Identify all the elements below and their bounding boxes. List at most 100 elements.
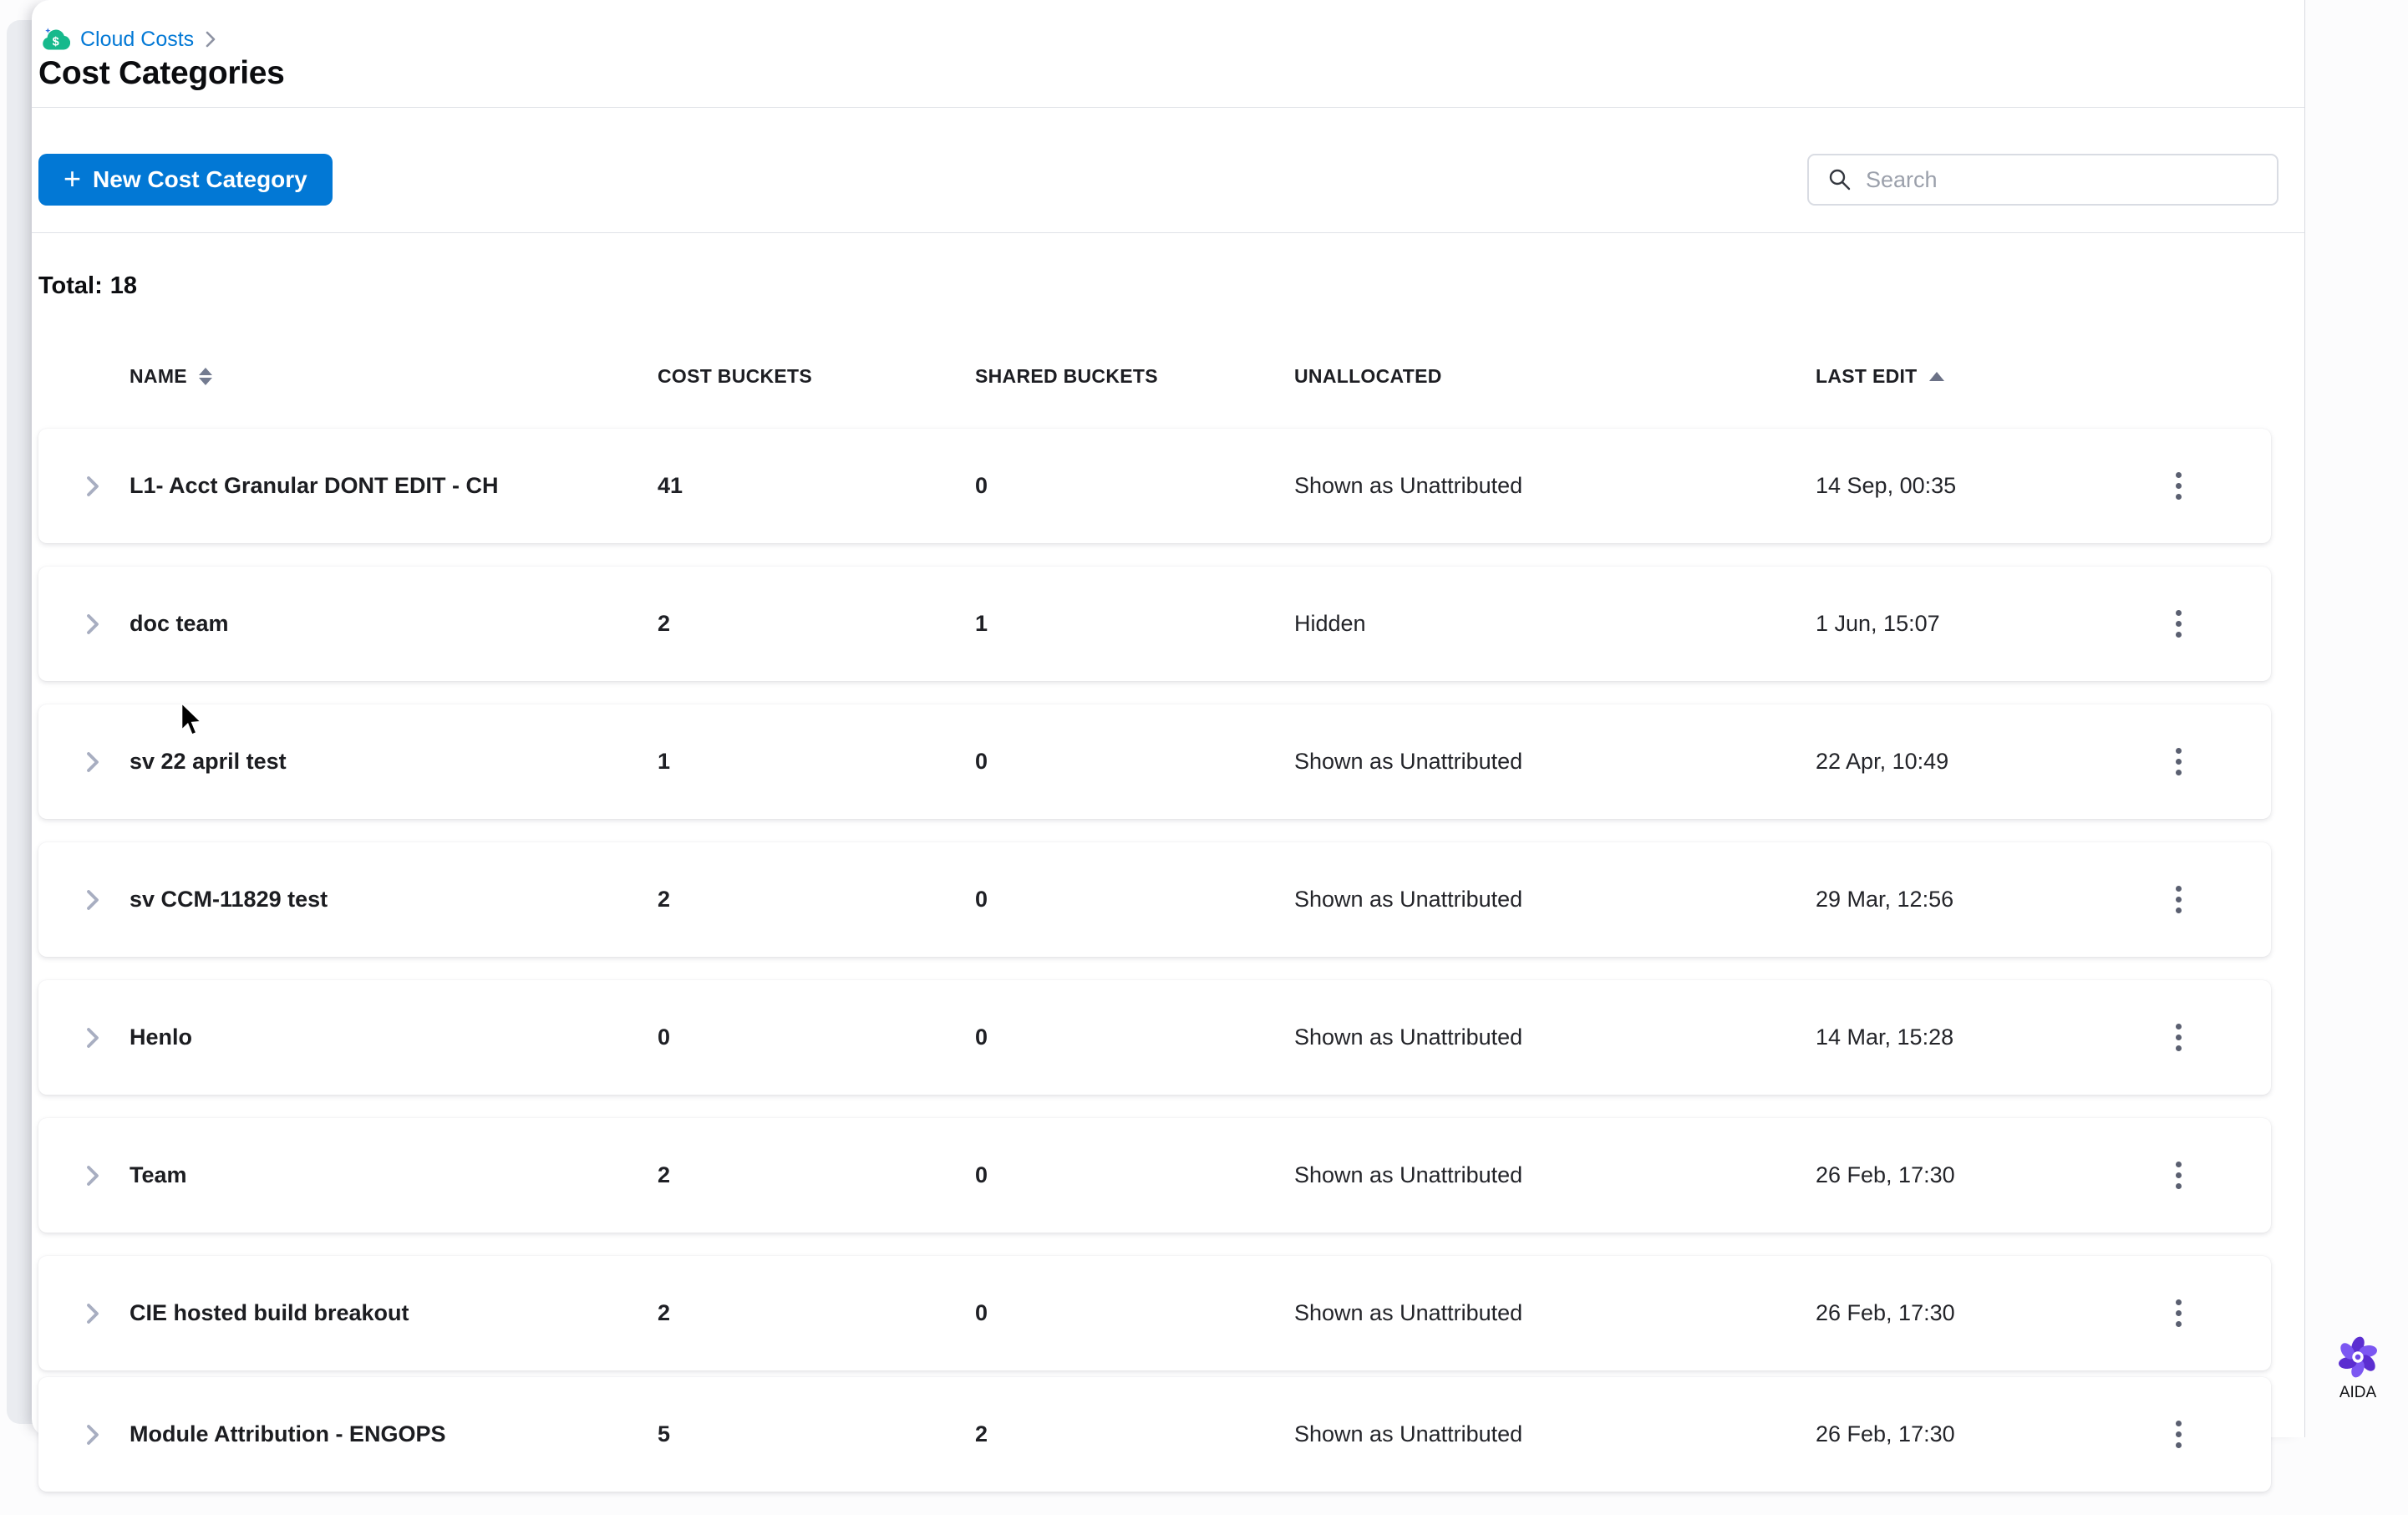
row-menu-button[interactable] [2164, 429, 2192, 543]
category-name[interactable]: Team [130, 1118, 187, 1233]
shared-buckets-value: 0 [975, 887, 988, 912]
cost-categories-page: $ Cloud Costs Cost Categories + New Cost… [0, 0, 2408, 1492]
plus-icon: + [64, 160, 82, 196]
last-edit-value: 26 Feb, 17:30 [1816, 1162, 1955, 1187]
unallocated-value: Shown as Unattributed [1294, 749, 1523, 774]
column-header-shared-buckets-label: SHARED BUCKETS [975, 365, 1158, 387]
category-name[interactable]: sv CCM-11829 test [130, 842, 328, 957]
aida-label: AIDA [2339, 1384, 2377, 1401]
shared-buckets-value: 0 [975, 749, 988, 774]
shared-buckets-value: 2 [975, 1421, 988, 1446]
search-icon [1829, 169, 1851, 191]
table-header: NAME COST BUCKETS SHARED BUCKETS UNALLOC… [38, 365, 2271, 394]
pinwheel-flower-icon [2339, 1336, 2377, 1378]
shared-buckets-value: 0 [975, 1300, 988, 1325]
unallocated-value: Shown as Unattributed [1294, 1162, 1523, 1187]
table-row[interactable]: Module Attribution - ENGOPS 5 2 Shown as… [38, 1377, 2271, 1492]
chevron-right-icon[interactable] [80, 1118, 105, 1233]
new-cost-category-label: New Cost Category [93, 166, 307, 192]
chevron-right-icon[interactable] [80, 704, 105, 819]
chevron-right-icon[interactable] [80, 1377, 105, 1492]
row-menu-button[interactable] [2164, 1118, 2192, 1233]
last-edit-value: 1 Jun, 15:07 [1816, 611, 1940, 636]
breadcrumb: $ Cloud Costs [40, 27, 217, 52]
last-edit-value: 29 Mar, 12:56 [1816, 887, 1954, 912]
aida-assistant-button[interactable]: AIDA [2328, 1335, 2388, 1402]
row-menu-button[interactable] [2164, 980, 2192, 1095]
last-edit-value: 22 Apr, 10:49 [1816, 749, 1949, 774]
last-edit-value: 26 Feb, 17:30 [1816, 1300, 1955, 1325]
table-row[interactable]: CIE hosted build breakout 2 0 Shown as U… [38, 1256, 2271, 1370]
search-input[interactable] [1864, 155, 2277, 205]
table-body: L1- Acct Granular DONT EDIT - CH 41 0 Sh… [38, 429, 2271, 1515]
column-header-shared-buckets: SHARED BUCKETS [975, 365, 1158, 388]
category-name[interactable]: sv 22 april test [130, 704, 287, 819]
unallocated-value: Hidden [1294, 611, 1366, 636]
column-header-unallocated-label: UNALLOCATED [1294, 365, 1442, 387]
chevron-right-icon[interactable] [80, 567, 105, 681]
unallocated-value: Shown as Unattributed [1294, 1024, 1523, 1050]
row-menu-button[interactable] [2164, 1256, 2192, 1370]
chevron-right-icon[interactable] [80, 429, 105, 543]
toolbar: + New Cost Category [32, 108, 2304, 233]
unallocated-value: Shown as Unattributed [1294, 887, 1523, 912]
unallocated-value: Shown as Unattributed [1294, 473, 1523, 498]
table-row[interactable]: doc team 2 1 Hidden 1 Jun, 15:07 [38, 567, 2271, 681]
breadcrumb-chevron-icon [204, 29, 217, 49]
unallocated-value: Shown as Unattributed [1294, 1421, 1523, 1446]
unallocated-value: Shown as Unattributed [1294, 1300, 1523, 1325]
cost-buckets-value: 2 [658, 1300, 671, 1325]
column-header-name-label: NAME [130, 365, 187, 387]
table-row[interactable]: sv CCM-11829 test 2 0 Shown as Unattribu… [38, 842, 2271, 957]
row-menu-button[interactable] [2164, 1377, 2192, 1492]
last-edit-value: 14 Sep, 00:35 [1816, 473, 1957, 498]
sort-asc-icon [1928, 372, 1944, 381]
chevron-right-icon[interactable] [80, 980, 105, 1095]
row-menu-button[interactable] [2164, 842, 2192, 957]
row-menu-button[interactable] [2164, 704, 2192, 819]
page-header: $ Cloud Costs Cost Categories [32, 0, 2304, 108]
shared-buckets-value: 1 [975, 611, 988, 636]
cost-buckets-value: 2 [658, 611, 671, 636]
cost-buckets-value: 5 [658, 1421, 671, 1446]
table-row[interactable]: Team 2 0 Shown as Unattributed 26 Feb, 1… [38, 1118, 2271, 1233]
last-edit-value: 26 Feb, 17:30 [1816, 1421, 1955, 1446]
column-header-unallocated: UNALLOCATED [1294, 365, 1442, 388]
table-row[interactable]: Henlo 0 0 Shown as Unattributed 14 Mar, … [38, 980, 2271, 1095]
search-box[interactable] [1807, 154, 2278, 206]
cloud-costs-module-icon: $ [40, 27, 70, 52]
total-value: 18 [109, 272, 138, 299]
column-header-cost-buckets: COST BUCKETS [658, 365, 812, 388]
column-header-last-edit[interactable]: LAST EDIT [1816, 365, 1944, 388]
breadcrumb-cloud-costs-link[interactable]: Cloud Costs [80, 28, 194, 52]
sort-both-icon[interactable] [198, 368, 212, 385]
cost-buckets-value: 0 [658, 1024, 671, 1050]
main-panel: $ Cloud Costs Cost Categories + New Cost… [32, 0, 2305, 1492]
chevron-right-icon[interactable] [80, 842, 105, 957]
category-name[interactable]: CIE hosted build breakout [130, 1256, 409, 1370]
row-menu-button[interactable] [2164, 567, 2192, 681]
shared-buckets-value: 0 [975, 1162, 988, 1187]
table-row[interactable]: sv 22 april test 1 0 Shown as Unattribut… [38, 704, 2271, 819]
table-row[interactable]: L1- Acct Granular DONT EDIT - CH 41 0 Sh… [38, 429, 2271, 543]
category-name[interactable]: L1- Acct Granular DONT EDIT - CH [130, 429, 499, 543]
page-title: Cost Categories [38, 55, 285, 91]
category-name[interactable]: doc team [130, 567, 229, 681]
category-name[interactable]: Henlo [130, 980, 192, 1095]
shared-buckets-value: 0 [975, 1024, 988, 1050]
svg-text:$: $ [53, 36, 59, 49]
cost-buckets-value: 41 [658, 473, 683, 498]
new-cost-category-button[interactable]: + New Cost Category [38, 154, 333, 206]
column-header-last-edit-label: LAST EDIT [1816, 365, 1918, 387]
total-label: Total: [38, 272, 103, 299]
last-edit-value: 14 Mar, 15:28 [1816, 1024, 1954, 1050]
total-count: Total: 18 [38, 272, 137, 300]
chevron-right-icon[interactable] [80, 1256, 105, 1370]
category-name[interactable]: Module Attribution - ENGOPS [130, 1377, 445, 1492]
column-header-name[interactable]: NAME [130, 365, 212, 388]
cost-buckets-value: 2 [658, 1162, 671, 1187]
shared-buckets-value: 0 [975, 473, 988, 498]
collapsed-nav-strip [7, 20, 35, 1424]
cost-buckets-value: 2 [658, 887, 671, 912]
cost-buckets-value: 1 [658, 749, 671, 774]
